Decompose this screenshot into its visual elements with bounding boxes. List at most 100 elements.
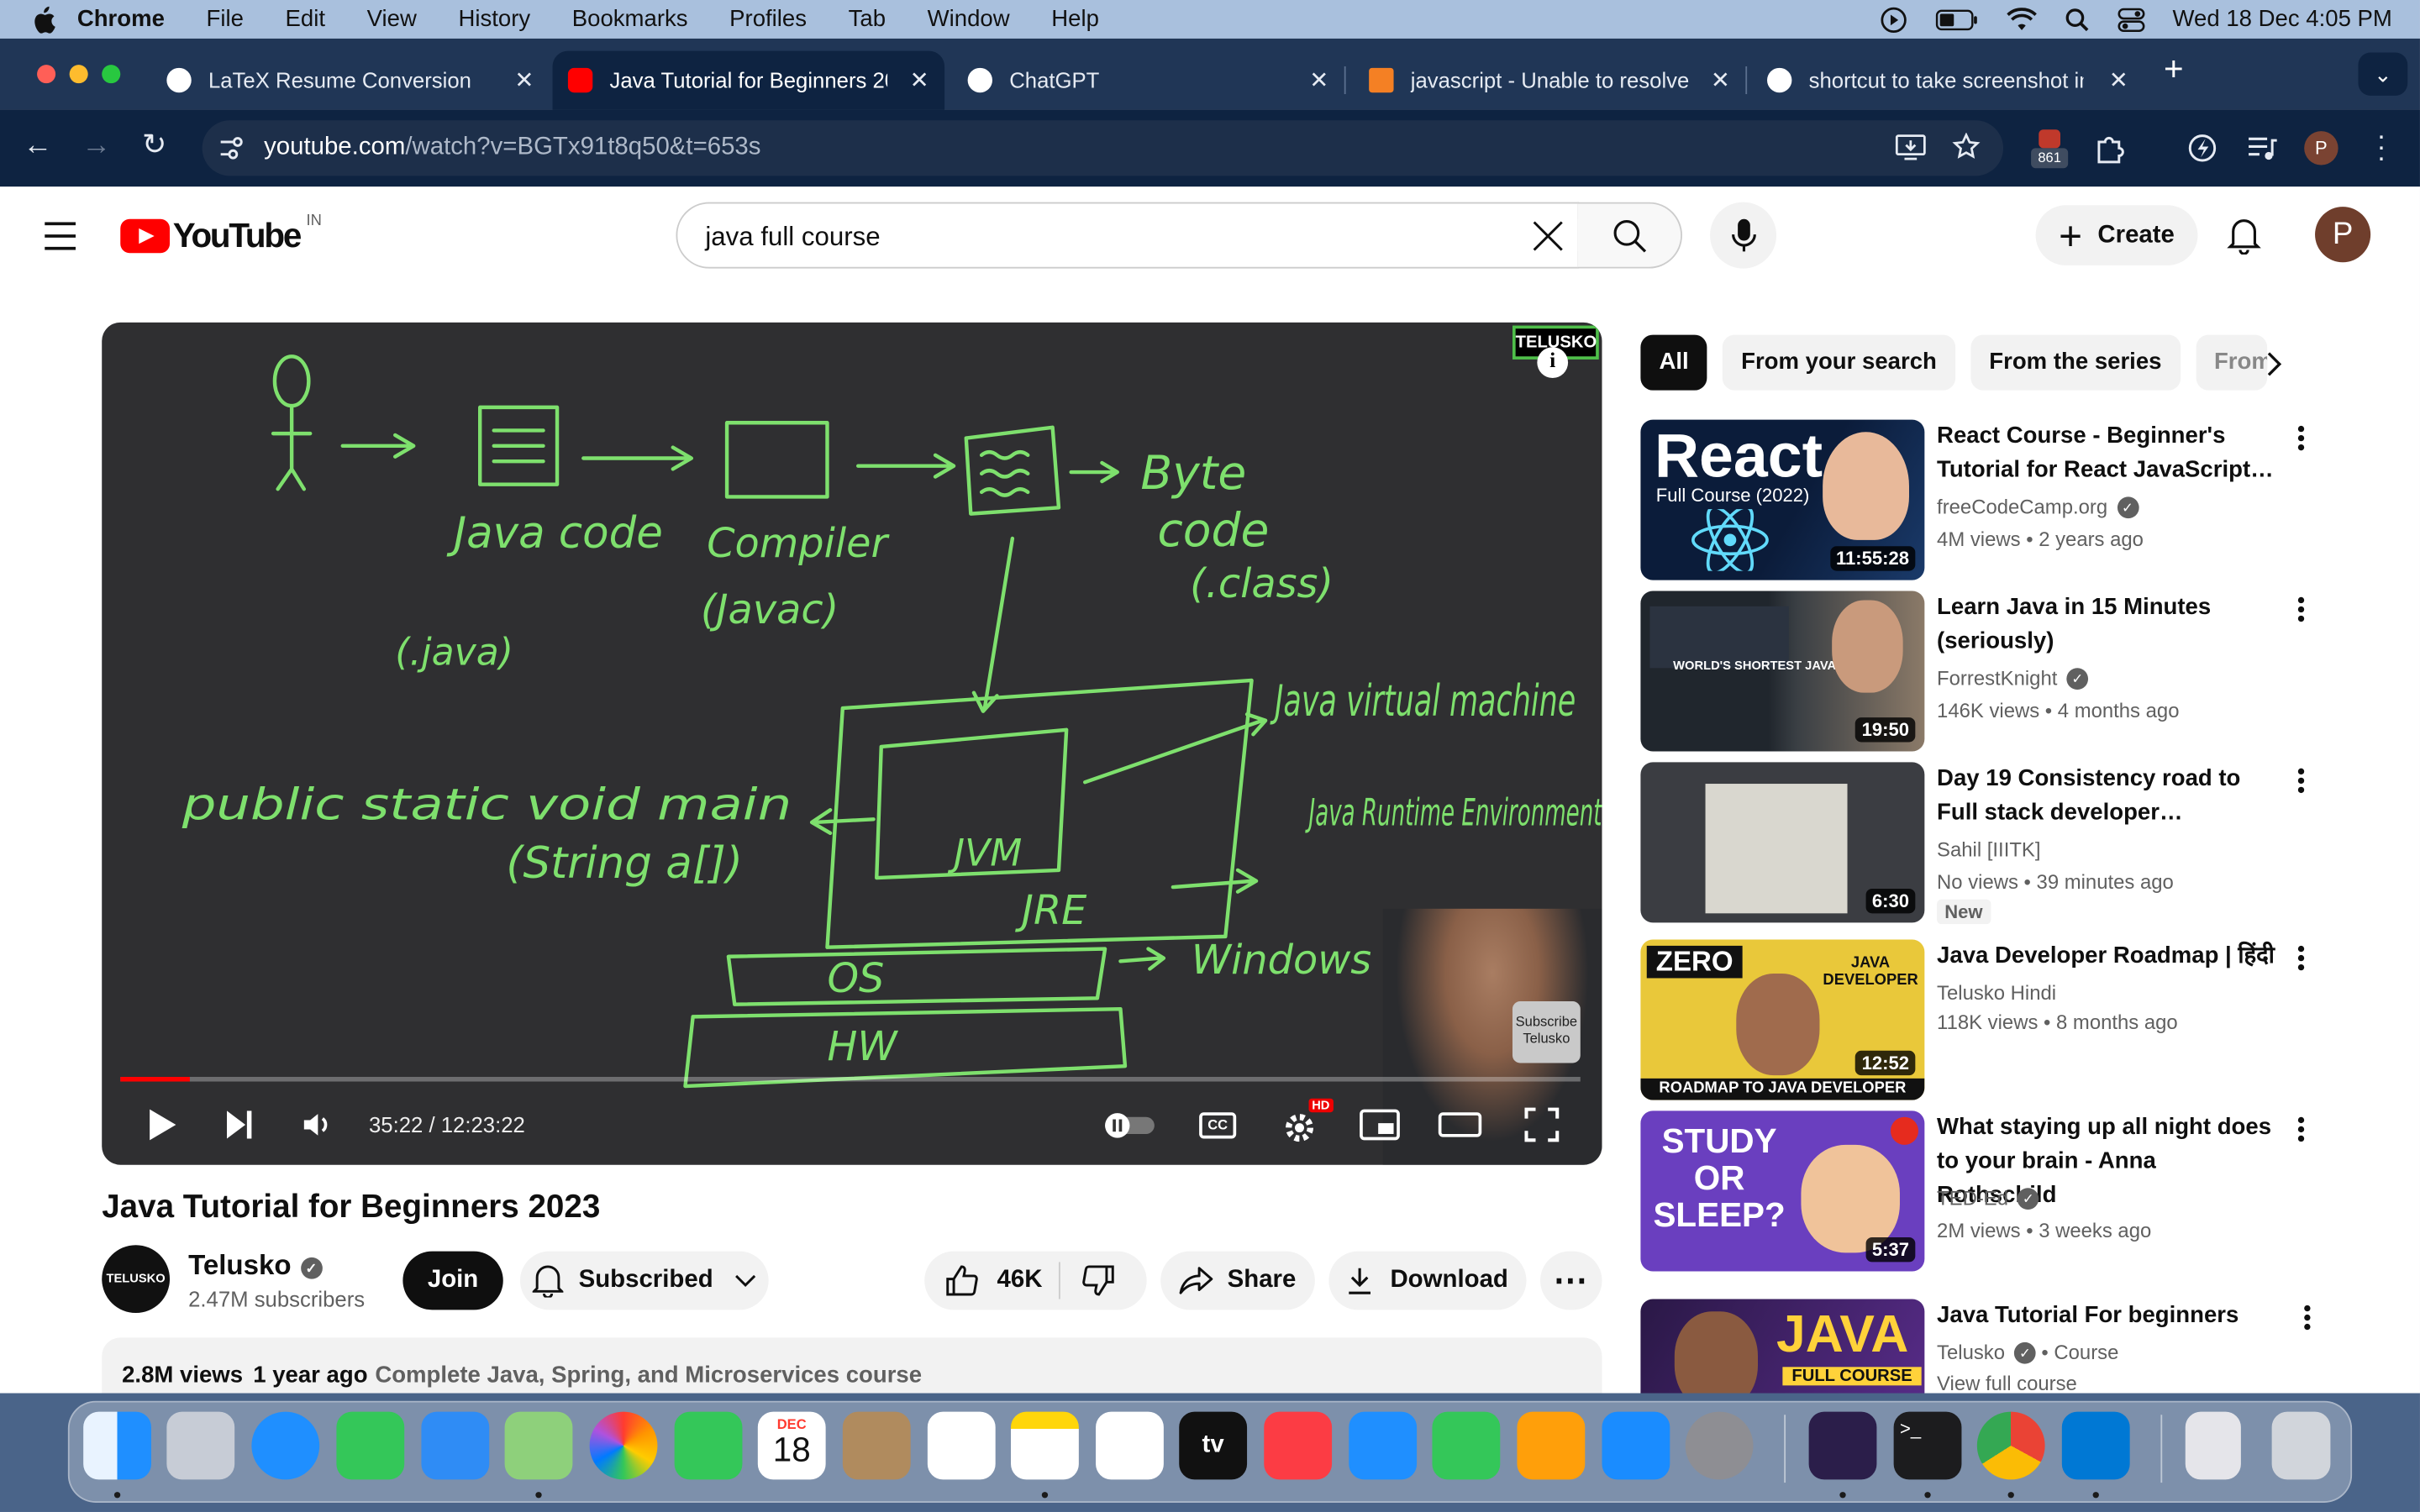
rec-menu-icon[interactable] (2289, 765, 2313, 796)
menu-edit[interactable]: Edit (286, 6, 325, 32)
progress-bar[interactable] (120, 1077, 1581, 1082)
performance-icon[interactable] (2186, 131, 2219, 165)
chrome-icon[interactable] (1976, 1411, 2045, 1480)
close-tab-icon[interactable]: ✕ (2109, 66, 2128, 94)
clear-search-icon[interactable] (1531, 219, 1565, 253)
forward-arrow-icon[interactable]: → (82, 129, 111, 163)
fullscreen-icon[interactable] (1523, 1106, 1560, 1143)
address-bar[interactable]: youtube.com/watch?v=BGTx91t8q50&t=653s (202, 120, 2004, 176)
rec-channel[interactable]: ForrestKnight ✓ (1937, 666, 2089, 690)
app-store-icon[interactable] (1602, 1411, 1670, 1480)
maps-icon[interactable] (504, 1411, 573, 1480)
view-full-course-link[interactable]: View full course (1937, 1372, 2077, 1395)
now-playing-icon[interactable] (1880, 5, 1907, 33)
chip-from-your-search[interactable]: From your search (1723, 334, 1955, 391)
rec-item[interactable]: React Full Course (2022) 11:55:28 React … (1640, 419, 2396, 580)
facetime-icon[interactable] (674, 1411, 743, 1480)
create-button[interactable]: + Create (2035, 205, 2198, 265)
back-arrow-icon[interactable]: ← (24, 129, 53, 163)
tab-chatgpt[interactable]: ChatGPT ✕ (952, 51, 1346, 110)
vscode-icon[interactable] (2061, 1411, 2130, 1480)
media-queue-icon[interactable] (2245, 131, 2279, 165)
guide-menu-icon[interactable] (45, 222, 76, 259)
rec-thumbnail[interactable]: React Full Course (2022) 11:55:28 (1640, 419, 1925, 580)
next-video-icon[interactable] (222, 1106, 255, 1143)
menu-clock[interactable]: Wed 18 Dec 4:05 PM (2173, 6, 2392, 32)
rec-menu-icon[interactable] (2295, 1302, 2319, 1333)
tab-latex-resume[interactable]: LaTeX Resume Conversion ✕ (151, 51, 550, 110)
window-zoom-button[interactable] (102, 65, 121, 84)
chevron-right-icon[interactable] (2263, 350, 2285, 378)
notes-icon[interactable] (1011, 1411, 1079, 1480)
new-tab-button[interactable]: + (2164, 52, 2184, 86)
rec-thumbnail[interactable]: ZERO JAVA DEVELOPER ROADMAP TO JAVA DEVE… (1640, 939, 1925, 1100)
spotlight-search-icon[interactable] (2065, 7, 2089, 31)
tab-search-chevron-icon[interactable]: ⌄ (2358, 52, 2408, 96)
menu-window[interactable]: Window (928, 6, 1010, 32)
share-button[interactable]: Share (1160, 1251, 1315, 1310)
rec-item[interactable]: WORLD'S SHORTEST JAVA COURSE 19:50 Learn… (1640, 591, 2396, 752)
rec-title[interactable]: Learn Java in 15 Minutes (seriously) (1937, 591, 2276, 659)
rec-title[interactable]: Day 19 Consistency road to Full stack de… (1937, 762, 2276, 830)
messages-icon[interactable] (336, 1411, 405, 1480)
search-input[interactable]: java full course (676, 202, 1579, 269)
obsidian-icon[interactable] (1808, 1411, 1877, 1480)
bookmark-star-icon[interactable] (1952, 132, 1981, 160)
theater-mode-icon[interactable] (1437, 1106, 1483, 1143)
channel-name[interactable]: Telusko ✓ (188, 1250, 323, 1283)
rec-channel[interactable]: Telusko Hindi (1937, 981, 2056, 1005)
reminders-icon[interactable] (927, 1411, 996, 1480)
apple-menu-icon[interactable] (31, 5, 55, 33)
extension-counter-icon[interactable]: 861 (2031, 127, 2069, 170)
launchpad-icon[interactable] (166, 1411, 235, 1480)
keynote-icon[interactable] (1349, 1411, 1418, 1480)
like-thumb-icon[interactable] (944, 1263, 978, 1297)
tab-google-search[interactable]: shortcut to take screenshot in mac ✕ (1752, 51, 2144, 110)
menu-bookmarks[interactable]: Bookmarks (572, 6, 688, 32)
rec-title[interactable]: Java Tutorial For beginners (1937, 1299, 2276, 1333)
subscribe-tag[interactable]: Subscribe Telusko (1512, 1001, 1581, 1063)
terminal-icon[interactable]: >_ (1893, 1411, 1962, 1480)
rec-channel[interactable]: TED-Ed ✓ (1937, 1186, 2039, 1210)
menu-profiles[interactable]: Profiles (729, 6, 807, 32)
more-actions-icon[interactable]: ⋯ (1540, 1251, 1602, 1310)
rec-item[interactable]: STUDY OR SLEEP? 5:37 What staying up all… (1640, 1110, 2396, 1272)
chip-from-the-series[interactable]: From the series (1970, 334, 2181, 391)
notifications-bell-icon[interactable] (2227, 214, 2261, 255)
system-settings-icon[interactable] (1685, 1411, 1754, 1480)
rec-thumbnail[interactable]: STUDY OR SLEEP? 5:37 (1640, 1110, 1925, 1272)
volume-icon[interactable] (299, 1106, 336, 1143)
download-button[interactable]: Download (1328, 1251, 1527, 1310)
rec-channel[interactable]: Telusko ✓ • Course (1937, 1341, 2118, 1364)
mail-icon[interactable] (421, 1411, 490, 1480)
tab-stackoverflow[interactable]: javascript - Unable to resolve ✕ (1354, 51, 1748, 110)
window-close-button[interactable] (37, 65, 56, 84)
play-icon[interactable] (145, 1106, 179, 1143)
menu-app-name[interactable]: Chrome (77, 6, 165, 32)
playlist-link[interactable]: Complete Java, Spring, and Microservices… (375, 1362, 922, 1389)
info-icon[interactable]: i (1537, 347, 1569, 378)
profile-avatar[interactable]: P (2304, 131, 2338, 165)
close-tab-icon[interactable]: ✕ (910, 66, 929, 94)
menu-help[interactable]: Help (1051, 6, 1099, 32)
rec-thumbnail[interactable]: WORLD'S SHORTEST JAVA COURSE 19:50 (1640, 591, 1925, 752)
numbers-icon[interactable] (1432, 1411, 1501, 1480)
finder-icon[interactable] (83, 1411, 151, 1480)
photos-icon[interactable] (589, 1411, 658, 1480)
pages-icon[interactable] (1517, 1411, 1586, 1480)
menu-history[interactable]: History (458, 6, 530, 32)
youtube-logo[interactable]: YouTube IN (120, 213, 322, 255)
music-icon[interactable] (1264, 1411, 1333, 1480)
calendar-icon[interactable]: DEC 18 (757, 1411, 826, 1480)
rec-menu-icon[interactable] (2289, 942, 2313, 974)
dislike-thumb-icon[interactable] (1082, 1263, 1116, 1297)
close-tab-icon[interactable]: ✕ (1309, 66, 1328, 94)
rec-menu-icon[interactable] (2289, 423, 2313, 454)
install-app-icon[interactable] (1895, 134, 1926, 162)
like-count[interactable]: 46K (997, 1267, 1043, 1294)
pdf-document-icon[interactable] (2185, 1411, 2241, 1480)
chip-all[interactable]: All (1640, 334, 1707, 391)
window-minimize-button[interactable] (69, 65, 88, 84)
voice-search-button[interactable] (1710, 202, 1777, 269)
captions-icon[interactable]: CC (1199, 1112, 1237, 1139)
